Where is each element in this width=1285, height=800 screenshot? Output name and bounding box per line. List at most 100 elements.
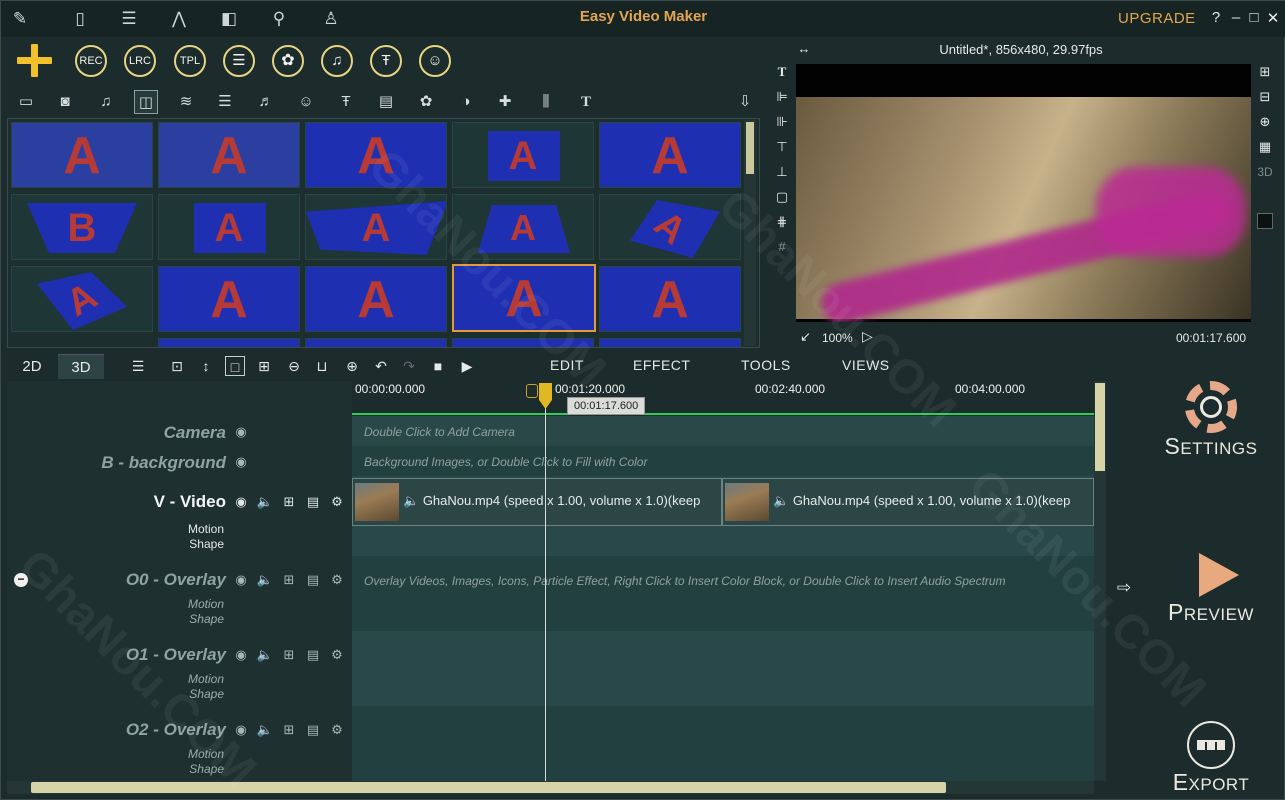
snapshot-icon[interactable]: ⊡ (167, 356, 187, 376)
undo-icon[interactable]: ↶ (371, 356, 391, 376)
video-clip[interactable]: 🔈 GhaNou.mp4 (speed x 1.00, volume x 1.0… (352, 478, 722, 526)
tab-music-icon[interactable]: ♫ (94, 90, 118, 114)
split-clip-icon[interactable]: ⊞ (254, 356, 274, 376)
zoom-in-icon[interactable]: ⊕ (342, 356, 362, 376)
maximize-button[interactable]: □ (1246, 9, 1262, 26)
o0-lane[interactable]: Overlay Videos, Images, Icons, Particle … (352, 556, 1094, 631)
tab-transition-icon[interactable]: ◫ (134, 90, 158, 114)
transition-thumb[interactable] (158, 338, 300, 347)
transition-thumb[interactable]: A (305, 266, 447, 332)
transition-thumb[interactable]: A (599, 266, 741, 332)
add-clip-icon[interactable]: ⊞ (277, 572, 301, 588)
music-button[interactable]: ♫ (321, 45, 353, 77)
tracks-icon[interactable]: ☰ (128, 356, 148, 376)
eye-icon[interactable]: ◉ (229, 454, 253, 470)
split-icon[interactable]: ▦ (1257, 139, 1273, 155)
fit-icon[interactable]: ⊞ (1257, 64, 1273, 80)
lrc-button[interactable]: LRC (124, 45, 156, 77)
preview-button[interactable]: PREVIEW (1161, 551, 1261, 626)
gear-icon[interactable]: ⚙ (325, 647, 349, 663)
transition-thumb[interactable]: A (158, 122, 300, 188)
tab-video-icon[interactable]: ▭ (14, 90, 38, 114)
video-motion-label[interactable]: Motion (188, 522, 224, 536)
transition-thumb[interactable] (305, 338, 447, 347)
o0-motion-label[interactable]: Motion (188, 597, 224, 611)
color-swatch[interactable] (1257, 213, 1273, 229)
volume-icon[interactable]: 🔈 (253, 647, 277, 663)
transition-thumb[interactable]: A (452, 122, 594, 188)
close-button[interactable]: ✕ (1265, 9, 1281, 27)
timeline-vscroll-thumb[interactable] (1095, 383, 1105, 471)
add-clip-icon[interactable]: ⊞ (277, 494, 301, 510)
film-icon[interactable]: ▤ (301, 494, 325, 510)
align-bottom-icon[interactable]: ⊥ (774, 164, 790, 180)
tab-flower-icon[interactable]: ✿ (414, 90, 438, 114)
tab-subtitle-icon[interactable]: Ŧ (334, 90, 358, 114)
select-icon[interactable]: □ (225, 356, 245, 376)
panel-icon[interactable]: ◧ (218, 8, 240, 30)
align-left-icon[interactable]: ⊫ (774, 89, 790, 105)
film-icon[interactable]: ▤ (301, 647, 325, 663)
eye-icon[interactable]: ◉ (229, 572, 253, 588)
text-tool-icon[interactable]: T (774, 64, 790, 80)
tab-list-icon[interactable]: ☰ (213, 90, 237, 114)
resize-icon[interactable]: ↔ (796, 41, 812, 57)
tab-2d[interactable]: 2D (9, 354, 55, 379)
transition-thumb[interactable]: A (599, 122, 741, 188)
gear-icon[interactable]: ⚙ (325, 572, 349, 588)
menu-effect[interactable]: EFFECT (633, 357, 690, 373)
library-scroll-thumb[interactable] (746, 122, 754, 174)
timeline-hscroll-thumb[interactable] (31, 782, 946, 793)
transition-thumb[interactable]: A (158, 194, 300, 260)
settings-button[interactable]: SETTINGS (1161, 381, 1261, 460)
center-icon[interactable]: ⊕ (1257, 114, 1273, 130)
tab-spectrum-icon[interactable]: ⫼ (534, 90, 558, 114)
upgrade-link[interactable]: UPGRADE (1118, 10, 1196, 27)
menu-tools[interactable]: TOOLS (741, 357, 791, 373)
tab-photo-icon[interactable]: ◙ (53, 90, 77, 114)
add-media-button[interactable] (15, 42, 55, 80)
tab-emoji-icon[interactable]: ☺ (294, 90, 318, 114)
camera-lane[interactable]: Double Click to Add Camera (352, 416, 1094, 446)
eye-icon[interactable]: ◉ (229, 424, 253, 440)
gear-icon[interactable]: ⚙ (325, 494, 349, 510)
frame-icon[interactable]: ▢ (774, 189, 790, 205)
preview-screen[interactable] (796, 64, 1251, 322)
subtitle-button[interactable]: Ŧ (370, 45, 402, 77)
transition-thumb[interactable] (599, 338, 741, 347)
effects-button[interactable]: ✿ (272, 45, 304, 77)
minimize-button[interactable]: – (1228, 9, 1244, 26)
height-icon[interactable]: ↕ (196, 356, 216, 376)
download-icon[interactable]: ⇩ (733, 90, 757, 114)
shrink-icon[interactable]: ↙ (800, 329, 811, 345)
tab-film-icon[interactable]: ▤ (374, 90, 398, 114)
redo-icon[interactable]: ↷ (399, 356, 419, 376)
o1-lane[interactable] (352, 631, 1094, 706)
play-timeline-icon[interactable]: ▶ (457, 356, 477, 376)
rec-button[interactable]: REC (75, 45, 107, 77)
video-shape-label[interactable]: Shape (189, 537, 224, 551)
tab-puzzle-icon[interactable]: ✚ (493, 90, 517, 114)
stop-icon[interactable]: ■ (428, 356, 448, 376)
book-icon[interactable]: ▯ (69, 8, 91, 30)
add-clip-icon[interactable]: ⊞ (277, 722, 301, 738)
export-button[interactable]: EXPORT (1161, 721, 1261, 796)
transition-thumb[interactable]: B (11, 194, 153, 260)
tab-title-icon[interactable]: T (574, 90, 598, 114)
search-icon[interactable]: ⚲ (268, 8, 290, 30)
tab-contrast-icon[interactable]: ◑ (454, 90, 478, 114)
tab-text-icon[interactable]: ≋ (174, 90, 198, 114)
add-clip-icon[interactable]: ⊞ (277, 647, 301, 663)
zoom-out-icon[interactable]: ⊖ (284, 356, 304, 376)
playhead-line[interactable] (545, 395, 546, 781)
list-icon[interactable]: ☰ (118, 8, 140, 30)
film-icon[interactable]: ▤ (301, 572, 325, 588)
help-button[interactable]: ? (1208, 9, 1224, 26)
tab-3d[interactable]: 3D (58, 354, 104, 379)
skin-icon[interactable]: ♙ (320, 8, 342, 30)
view-3d-toggle[interactable]: 3D (1254, 164, 1276, 180)
o2-lane[interactable] (352, 706, 1094, 781)
transition-thumb[interactable]: A (158, 266, 300, 332)
eye-icon[interactable]: ◉ (229, 647, 253, 663)
tab-lyrics-icon[interactable]: ♬ (254, 90, 278, 114)
